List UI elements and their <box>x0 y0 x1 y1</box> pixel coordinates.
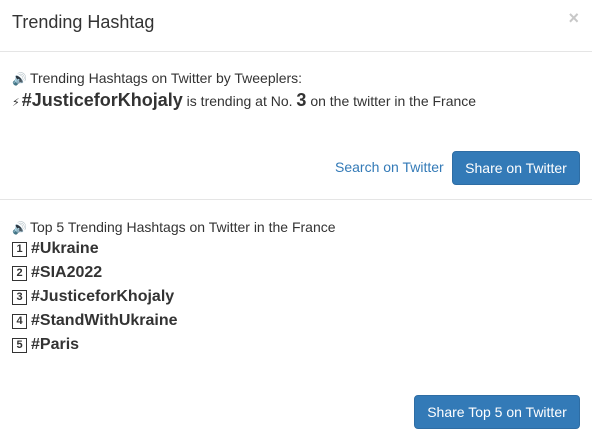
lightning-icon: ⚡ <box>12 97 20 109</box>
list-item-hashtag: #Ukraine <box>31 240 99 257</box>
close-icon[interactable]: × <box>568 8 579 28</box>
trending-subheading: 🔊 Trending Hashtags on Twitter by Tweeple… <box>12 69 302 88</box>
modal-header: Trending Hashtag × <box>0 0 592 52</box>
trending-section: 🔊 Trending Hashtags on Twitter by Tweeple… <box>0 52 592 200</box>
trending-subheading-text: Trending Hashtags on Twitter by Tweepler… <box>29 70 303 86</box>
rank-number-box: 4 <box>12 313 27 329</box>
trending-hashtag: #JusticeforKhojaly <box>21 90 183 110</box>
speaker-icon: 🔊 <box>12 221 27 235</box>
top5-subheading: 🔊 Top 5 Trending Hashtags on Twitter in t… <box>12 218 336 237</box>
trend-text-after: on the twitter in the France <box>306 93 477 109</box>
list-item[interactable]: 2 #SIA2022 <box>12 261 178 285</box>
list-item[interactable]: 3 #JusticeforKhojaly <box>12 285 178 309</box>
modal-title: Trending Hashtag <box>12 12 155 32</box>
list-item[interactable]: 4 #StandWithUkraine <box>12 309 178 333</box>
rank-number-box: 3 <box>12 289 27 305</box>
list-item-hashtag: #SIA2022 <box>31 264 103 281</box>
search-on-twitter-link[interactable]: Search on Twitter <box>335 158 444 176</box>
trend-text-before: is trending at No. <box>182 93 297 109</box>
list-item-hashtag: #Paris <box>31 336 80 353</box>
top5-section: 🔊 Top 5 Trending Hashtags on Twitter in t… <box>0 201 592 442</box>
rank-number-box: 1 <box>12 241 27 257</box>
share-top5-button[interactable]: Share Top 5 on Twitter <box>414 395 580 429</box>
list-item[interactable]: 1 #Ukraine <box>12 237 178 261</box>
top5-list: 1 #Ukraine 2 #SIA2022 3 #JusticeforKhojaly … <box>12 237 178 357</box>
list-item[interactable]: 5 #Paris <box>12 333 178 357</box>
speaker-icon: 🔊 <box>12 72 27 86</box>
list-item-hashtag: #JusticeforKhojaly <box>31 288 175 305</box>
rank-number-box: 5 <box>12 337 27 353</box>
trend-statement: ⚡ #JusticeforKhojaly is trending at No. 3… <box>12 89 476 114</box>
list-item-hashtag: #StandWithUkraine <box>31 312 178 329</box>
trend-rank: 3 <box>296 90 307 110</box>
top5-subheading-text: Top 5 Trending Hashtags on Twitter in th… <box>29 219 336 235</box>
rank-number-box: 2 <box>12 265 27 281</box>
share-on-twitter-button[interactable]: Share on Twitter <box>452 151 580 185</box>
